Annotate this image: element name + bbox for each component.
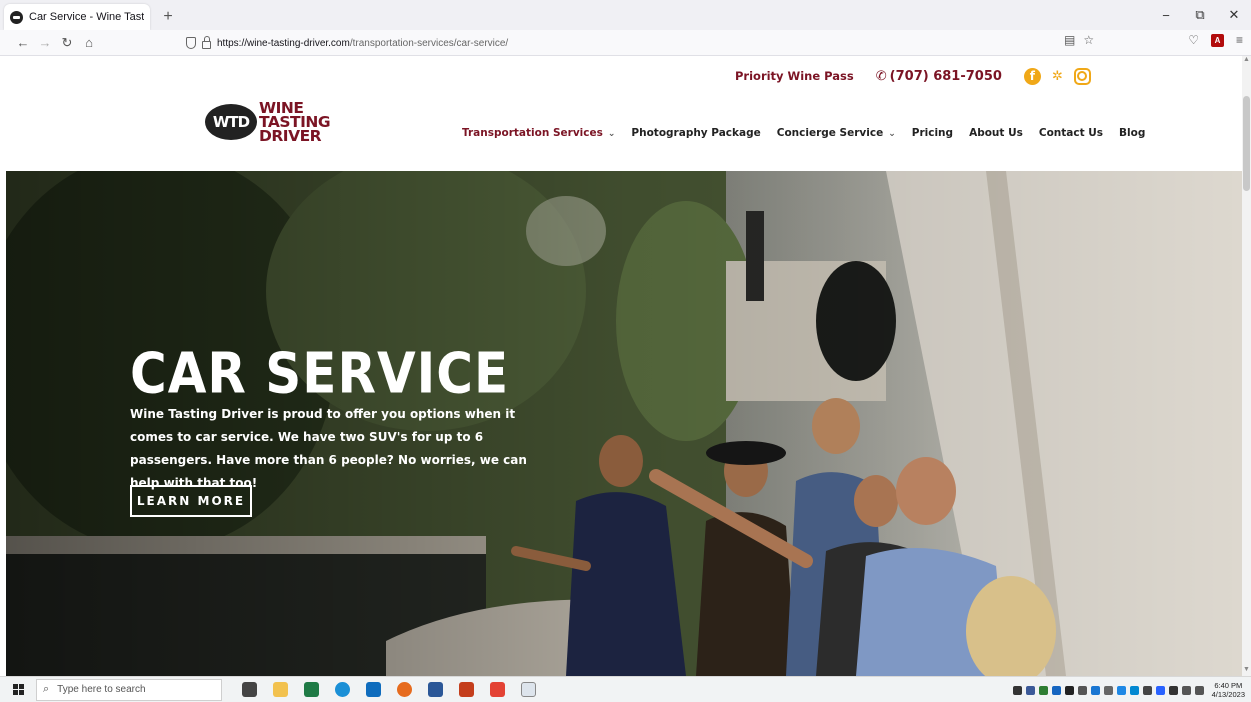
- nav-pricing[interactable]: Pricing: [912, 127, 953, 139]
- tray-icon[interactable]: [1051, 685, 1061, 695]
- facebook-icon[interactable]: f: [1023, 67, 1041, 85]
- outlook-icon[interactable]: [366, 682, 381, 697]
- site-logo[interactable]: WTD WINE TASTING DRIVER: [205, 100, 331, 145]
- menu-icon[interactable]: ≡: [1236, 33, 1243, 47]
- nav-label: Transportation Services: [462, 127, 603, 139]
- nav-transportation-services[interactable]: Transportation Services ⌄: [462, 127, 615, 139]
- tray-icon[interactable]: [1025, 685, 1035, 695]
- url-domain: https://wine-tasting-driver.com: [217, 37, 350, 49]
- wifi-icon[interactable]: [1181, 685, 1191, 695]
- reload-icon[interactable]: ↻: [56, 32, 78, 54]
- task-view-icon[interactable]: [242, 682, 257, 697]
- forward-icon[interactable]: →: [34, 32, 56, 54]
- windows-logo-icon: [12, 684, 24, 695]
- phone-number: (707) 681-7050: [889, 68, 1002, 84]
- clock-time: 6:40 PM: [1214, 681, 1243, 690]
- tab-title: Car Service - Wine Tasting DriverX: [29, 11, 144, 23]
- phone-link[interactable]: ✆ (707) 681-7050: [876, 69, 1002, 84]
- nav-contact-us[interactable]: Contact Us: [1039, 127, 1103, 139]
- taskbar-search-input[interactable]: ⌕ Type here to search: [36, 678, 222, 701]
- instagram-icon[interactable]: [1073, 67, 1091, 85]
- hero-title: CAR SERVICE: [130, 341, 510, 406]
- tray-icon[interactable]: [1038, 685, 1048, 695]
- tray-icon[interactable]: [1129, 685, 1139, 695]
- nav-label: Concierge Service: [776, 127, 884, 139]
- excel-icon[interactable]: [304, 682, 319, 697]
- main-navigation: Transportation Services ⌄ Photography Pac…: [462, 127, 1145, 139]
- clock-date: 4/13/2023: [1211, 690, 1245, 699]
- back-icon[interactable]: ←: [12, 32, 34, 54]
- file-explorer-icon[interactable]: [273, 682, 288, 697]
- learn-more-button[interactable]: LEARN MORE: [130, 485, 252, 517]
- nav-about-us[interactable]: About Us: [969, 127, 1023, 139]
- logo-line-3: DRIVER: [259, 127, 322, 145]
- site-favicon-icon: [10, 10, 23, 24]
- edge-icon[interactable]: [335, 682, 350, 697]
- new-tab-button[interactable]: +: [156, 4, 180, 30]
- chevron-down-icon: ⌄: [888, 129, 896, 139]
- tray-icon[interactable]: [1090, 685, 1100, 695]
- onedrive-icon[interactable]: [1116, 685, 1126, 695]
- scroll-up-icon[interactable]: ▲: [1242, 56, 1251, 66]
- header-topbar: Priority Wine Pass ✆ (707) 681-7050 f ✲: [735, 66, 1091, 86]
- word-icon[interactable]: [428, 682, 443, 697]
- windows-taskbar: ⌕ Type here to search 6:40 PM 4/13/2023: [0, 676, 1251, 702]
- tray-icon[interactable]: [1077, 685, 1087, 695]
- address-bar[interactable]: https://wine-tasting-driver.com /transpo…: [178, 33, 1108, 53]
- chevron-down-icon: ⌄: [607, 129, 616, 139]
- nav-photography-package[interactable]: Photography Package: [631, 127, 760, 139]
- web-page: Priority Wine Pass ✆ (707) 681-7050 f ✲ …: [0, 56, 1251, 676]
- page-scrollbar[interactable]: ▲ ▼: [1242, 56, 1251, 676]
- taskbar-clock[interactable]: 6:40 PM 4/13/2023: [1212, 681, 1245, 699]
- tracking-shield-icon[interactable]: [186, 37, 196, 49]
- scroll-down-icon[interactable]: ▼: [1242, 666, 1251, 676]
- system-tray: 6:40 PM 4/13/2023: [1012, 677, 1245, 702]
- nav-blog[interactable]: Blog: [1119, 127, 1145, 139]
- priority-wine-pass-link[interactable]: Priority Wine Pass: [735, 69, 854, 83]
- browser-tab-bar: Car Service - Wine Tasting DriverX + − ⧉…: [0, 0, 1251, 30]
- powerpoint-icon[interactable]: [459, 682, 474, 697]
- acrobat-icon[interactable]: [490, 682, 505, 697]
- pdf-extension-icon[interactable]: A: [1210, 33, 1224, 47]
- close-window-icon[interactable]: ✕: [1217, 0, 1251, 30]
- restore-icon[interactable]: ⧉: [1183, 0, 1217, 30]
- scrollbar-thumb[interactable]: [1243, 96, 1250, 191]
- tray-icon[interactable]: [1012, 685, 1022, 695]
- bookmark-star-icon[interactable]: ☆: [1083, 33, 1094, 47]
- tray-icon[interactable]: [1155, 685, 1165, 695]
- tray-icon[interactable]: [1064, 685, 1074, 695]
- browser-toolbar: ← → ↻ ⌂ https://wine-tasting-driver.com …: [0, 30, 1251, 56]
- volume-icon[interactable]: [1194, 685, 1204, 695]
- search-placeholder: Type here to search: [57, 684, 146, 695]
- search-icon: ⌕: [43, 683, 50, 695]
- url-path: /transportation-services/car-service/: [349, 37, 509, 49]
- hero-description: Wine Tasting Driver is proud to offer yo…: [130, 407, 527, 490]
- minimize-icon[interactable]: −: [1149, 0, 1183, 30]
- hero-banner: CAR SERVICE Wine Tasting Driver is proud…: [6, 171, 1242, 676]
- pocket-icon[interactable]: ♡: [1188, 33, 1199, 47]
- firefox-icon[interactable]: [397, 682, 412, 697]
- browser-tab[interactable]: Car Service - Wine Tasting DriverX: [4, 4, 150, 30]
- app-icon[interactable]: [521, 682, 536, 697]
- start-button[interactable]: [8, 677, 28, 702]
- lock-icon[interactable]: [202, 36, 211, 49]
- yelp-icon[interactable]: ✲: [1049, 68, 1066, 85]
- home-icon[interactable]: ⌂: [78, 32, 100, 54]
- tray-icon[interactable]: [1142, 685, 1152, 695]
- network-icon[interactable]: [1168, 685, 1178, 695]
- nav-concierge-service[interactable]: Concierge Service ⌄: [777, 127, 896, 139]
- reader-view-icon[interactable]: ▤: [1064, 33, 1075, 47]
- tray-icon[interactable]: [1103, 685, 1113, 695]
- logo-wordmark: WINE TASTING DRIVER: [259, 100, 331, 145]
- logo-badge: WTD: [205, 104, 257, 140]
- phone-icon: ✆: [875, 68, 887, 84]
